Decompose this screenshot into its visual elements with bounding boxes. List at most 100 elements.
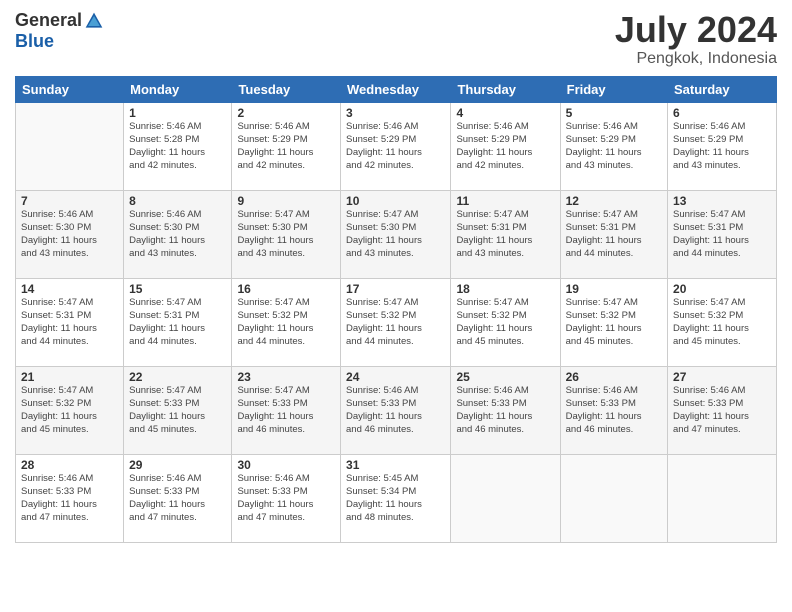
day-number: 3 (346, 106, 445, 120)
day-number: 6 (673, 106, 771, 120)
day-info: Sunrise: 5:47 AM Sunset: 5:32 PM Dayligh… (566, 296, 662, 349)
calendar-cell: 23Sunrise: 5:47 AM Sunset: 5:33 PM Dayli… (232, 366, 341, 454)
calendar-table: SundayMondayTuesdayWednesdayThursdayFrid… (15, 76, 777, 543)
day-number: 23 (237, 370, 335, 384)
calendar-cell: 20Sunrise: 5:47 AM Sunset: 5:32 PM Dayli… (668, 278, 777, 366)
day-number: 14 (21, 282, 118, 296)
calendar-cell: 11Sunrise: 5:47 AM Sunset: 5:31 PM Dayli… (451, 190, 560, 278)
column-header-saturday: Saturday (668, 76, 777, 102)
day-number: 8 (129, 194, 226, 208)
day-info: Sunrise: 5:47 AM Sunset: 5:32 PM Dayligh… (456, 296, 554, 349)
calendar-week-row: 14Sunrise: 5:47 AM Sunset: 5:31 PM Dayli… (16, 278, 777, 366)
calendar-cell: 29Sunrise: 5:46 AM Sunset: 5:33 PM Dayli… (124, 454, 232, 542)
day-info: Sunrise: 5:47 AM Sunset: 5:30 PM Dayligh… (346, 208, 445, 261)
day-info: Sunrise: 5:47 AM Sunset: 5:31 PM Dayligh… (566, 208, 662, 261)
calendar-cell: 16Sunrise: 5:47 AM Sunset: 5:32 PM Dayli… (232, 278, 341, 366)
day-info: Sunrise: 5:46 AM Sunset: 5:29 PM Dayligh… (346, 120, 445, 173)
calendar-week-row: 1Sunrise: 5:46 AM Sunset: 5:28 PM Daylig… (16, 102, 777, 190)
calendar-header-row: SundayMondayTuesdayWednesdayThursdayFrid… (16, 76, 777, 102)
day-number: 20 (673, 282, 771, 296)
day-number: 18 (456, 282, 554, 296)
day-info: Sunrise: 5:47 AM Sunset: 5:31 PM Dayligh… (21, 296, 118, 349)
day-info: Sunrise: 5:47 AM Sunset: 5:32 PM Dayligh… (237, 296, 335, 349)
title-block: July 2024 Pengkok, Indonesia (615, 10, 777, 68)
calendar-cell: 28Sunrise: 5:46 AM Sunset: 5:33 PM Dayli… (16, 454, 124, 542)
location-subtitle: Pengkok, Indonesia (615, 50, 777, 68)
day-info: Sunrise: 5:46 AM Sunset: 5:29 PM Dayligh… (566, 120, 662, 173)
logo-icon (84, 11, 104, 31)
day-info: Sunrise: 5:47 AM Sunset: 5:31 PM Dayligh… (456, 208, 554, 261)
column-header-wednesday: Wednesday (341, 76, 451, 102)
day-info: Sunrise: 5:47 AM Sunset: 5:31 PM Dayligh… (673, 208, 771, 261)
day-info: Sunrise: 5:47 AM Sunset: 5:33 PM Dayligh… (129, 384, 226, 437)
calendar-cell: 12Sunrise: 5:47 AM Sunset: 5:31 PM Dayli… (560, 190, 667, 278)
day-number: 28 (21, 458, 118, 472)
calendar-cell: 4Sunrise: 5:46 AM Sunset: 5:29 PM Daylig… (451, 102, 560, 190)
day-number: 26 (566, 370, 662, 384)
column-header-tuesday: Tuesday (232, 76, 341, 102)
day-number: 15 (129, 282, 226, 296)
day-info: Sunrise: 5:46 AM Sunset: 5:29 PM Dayligh… (456, 120, 554, 173)
calendar-cell: 3Sunrise: 5:46 AM Sunset: 5:29 PM Daylig… (341, 102, 451, 190)
day-number: 12 (566, 194, 662, 208)
day-info: Sunrise: 5:46 AM Sunset: 5:29 PM Dayligh… (673, 120, 771, 173)
day-info: Sunrise: 5:47 AM Sunset: 5:32 PM Dayligh… (346, 296, 445, 349)
logo: General Blue (15, 10, 104, 52)
calendar-cell: 15Sunrise: 5:47 AM Sunset: 5:31 PM Dayli… (124, 278, 232, 366)
calendar-cell: 5Sunrise: 5:46 AM Sunset: 5:29 PM Daylig… (560, 102, 667, 190)
day-number: 29 (129, 458, 226, 472)
day-number: 5 (566, 106, 662, 120)
day-number: 16 (237, 282, 335, 296)
calendar-container: General Blue July 2024 Pengkok, Indonesi… (0, 0, 792, 612)
day-number: 19 (566, 282, 662, 296)
calendar-cell: 2Sunrise: 5:46 AM Sunset: 5:29 PM Daylig… (232, 102, 341, 190)
calendar-week-row: 28Sunrise: 5:46 AM Sunset: 5:33 PM Dayli… (16, 454, 777, 542)
calendar-cell: 8Sunrise: 5:46 AM Sunset: 5:30 PM Daylig… (124, 190, 232, 278)
calendar-cell: 26Sunrise: 5:46 AM Sunset: 5:33 PM Dayli… (560, 366, 667, 454)
day-info: Sunrise: 5:47 AM Sunset: 5:32 PM Dayligh… (673, 296, 771, 349)
calendar-cell: 18Sunrise: 5:47 AM Sunset: 5:32 PM Dayli… (451, 278, 560, 366)
calendar-cell: 7Sunrise: 5:46 AM Sunset: 5:30 PM Daylig… (16, 190, 124, 278)
day-number: 10 (346, 194, 445, 208)
calendar-cell: 19Sunrise: 5:47 AM Sunset: 5:32 PM Dayli… (560, 278, 667, 366)
day-number: 13 (673, 194, 771, 208)
day-number: 21 (21, 370, 118, 384)
column-header-friday: Friday (560, 76, 667, 102)
calendar-cell: 25Sunrise: 5:46 AM Sunset: 5:33 PM Dayli… (451, 366, 560, 454)
day-number: 22 (129, 370, 226, 384)
day-info: Sunrise: 5:47 AM Sunset: 5:32 PM Dayligh… (21, 384, 118, 437)
day-info: Sunrise: 5:45 AM Sunset: 5:34 PM Dayligh… (346, 472, 445, 525)
calendar-cell: 9Sunrise: 5:47 AM Sunset: 5:30 PM Daylig… (232, 190, 341, 278)
day-number: 24 (346, 370, 445, 384)
column-header-monday: Monday (124, 76, 232, 102)
day-info: Sunrise: 5:46 AM Sunset: 5:33 PM Dayligh… (456, 384, 554, 437)
day-number: 9 (237, 194, 335, 208)
calendar-cell (451, 454, 560, 542)
day-number: 27 (673, 370, 771, 384)
calendar-cell (668, 454, 777, 542)
logo-blue-text: Blue (15, 31, 54, 52)
calendar-cell (16, 102, 124, 190)
calendar-cell: 27Sunrise: 5:46 AM Sunset: 5:33 PM Dayli… (668, 366, 777, 454)
calendar-cell: 10Sunrise: 5:47 AM Sunset: 5:30 PM Dayli… (341, 190, 451, 278)
calendar-cell: 24Sunrise: 5:46 AM Sunset: 5:33 PM Dayli… (341, 366, 451, 454)
day-info: Sunrise: 5:46 AM Sunset: 5:29 PM Dayligh… (237, 120, 335, 173)
day-number: 1 (129, 106, 226, 120)
calendar-cell (560, 454, 667, 542)
calendar-cell: 13Sunrise: 5:47 AM Sunset: 5:31 PM Dayli… (668, 190, 777, 278)
day-number: 4 (456, 106, 554, 120)
day-number: 2 (237, 106, 335, 120)
calendar-cell: 31Sunrise: 5:45 AM Sunset: 5:34 PM Dayli… (341, 454, 451, 542)
header: General Blue July 2024 Pengkok, Indonesi… (15, 10, 777, 68)
calendar-cell: 1Sunrise: 5:46 AM Sunset: 5:28 PM Daylig… (124, 102, 232, 190)
day-info: Sunrise: 5:46 AM Sunset: 5:30 PM Dayligh… (129, 208, 226, 261)
day-info: Sunrise: 5:46 AM Sunset: 5:33 PM Dayligh… (21, 472, 118, 525)
day-number: 30 (237, 458, 335, 472)
day-info: Sunrise: 5:46 AM Sunset: 5:28 PM Dayligh… (129, 120, 226, 173)
day-info: Sunrise: 5:46 AM Sunset: 5:33 PM Dayligh… (673, 384, 771, 437)
day-info: Sunrise: 5:46 AM Sunset: 5:33 PM Dayligh… (237, 472, 335, 525)
day-number: 17 (346, 282, 445, 296)
day-info: Sunrise: 5:46 AM Sunset: 5:33 PM Dayligh… (346, 384, 445, 437)
calendar-cell: 21Sunrise: 5:47 AM Sunset: 5:32 PM Dayli… (16, 366, 124, 454)
day-number: 11 (456, 194, 554, 208)
